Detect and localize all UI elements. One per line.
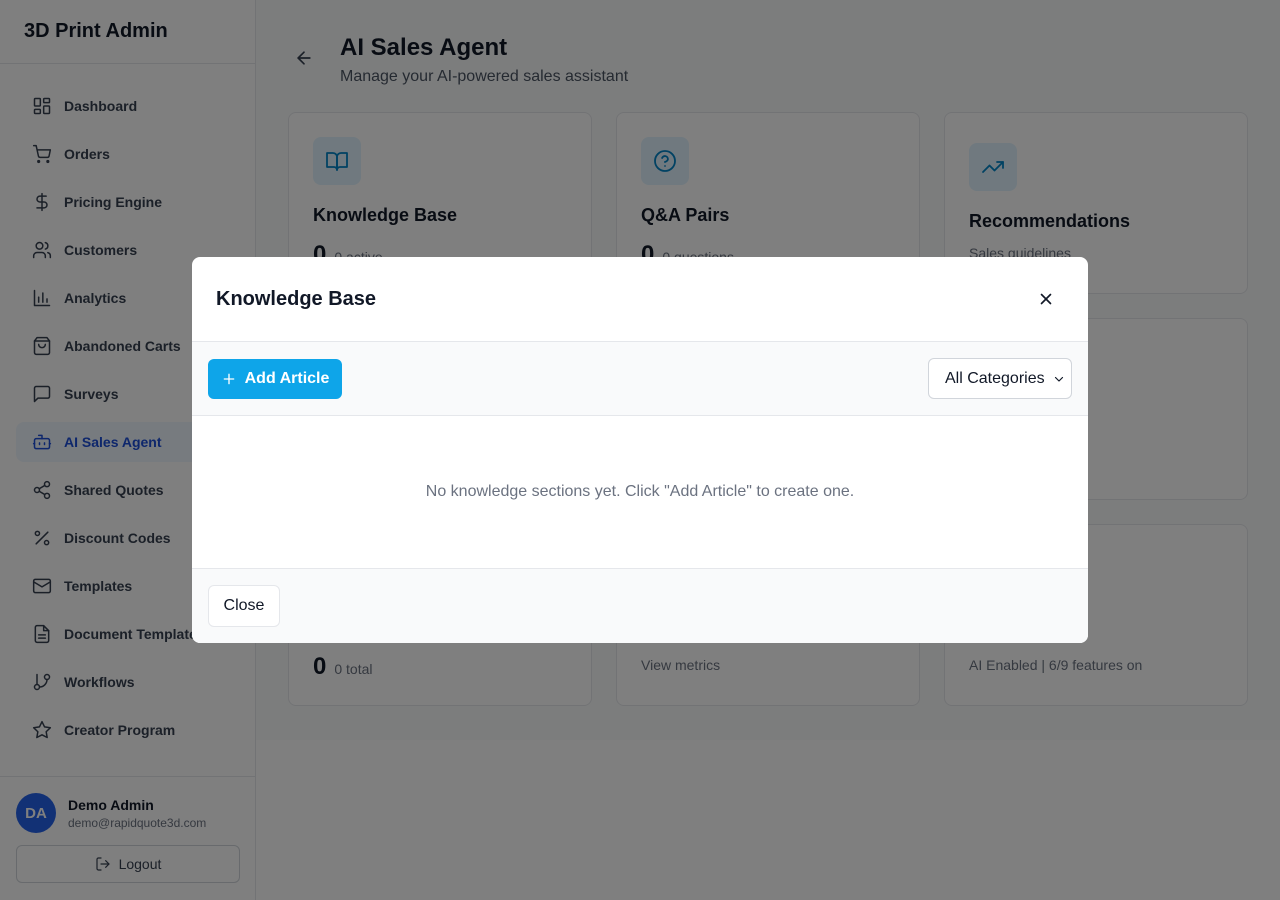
add-article-button[interactable]: Add Article [208, 359, 342, 399]
knowledge-base-modal: Knowledge Base Add Article All Categorie… [192, 257, 1088, 643]
modal-close-button[interactable] [1034, 287, 1058, 311]
empty-state-text: No knowledge sections yet. Click "Add Ar… [425, 483, 855, 500]
plus-icon [223, 373, 234, 385]
modal-footer: Close [192, 569, 1088, 643]
modal-toolbar: Add Article All Categories [192, 342, 1088, 416]
modal-title: Knowledge Base [216, 288, 377, 310]
category-select[interactable]: All Categories [928, 358, 1072, 399]
close-button[interactable]: Close [208, 585, 280, 627]
modal-header: Knowledge Base [192, 257, 1088, 342]
chevron-down-icon [1054, 376, 1064, 382]
close-icon [1040, 293, 1052, 305]
category-selected-value: All Categories [945, 369, 1045, 387]
add-article-label: Add Article [244, 370, 330, 387]
modal-body: No knowledge sections yet. Click "Add Ar… [192, 416, 1088, 569]
